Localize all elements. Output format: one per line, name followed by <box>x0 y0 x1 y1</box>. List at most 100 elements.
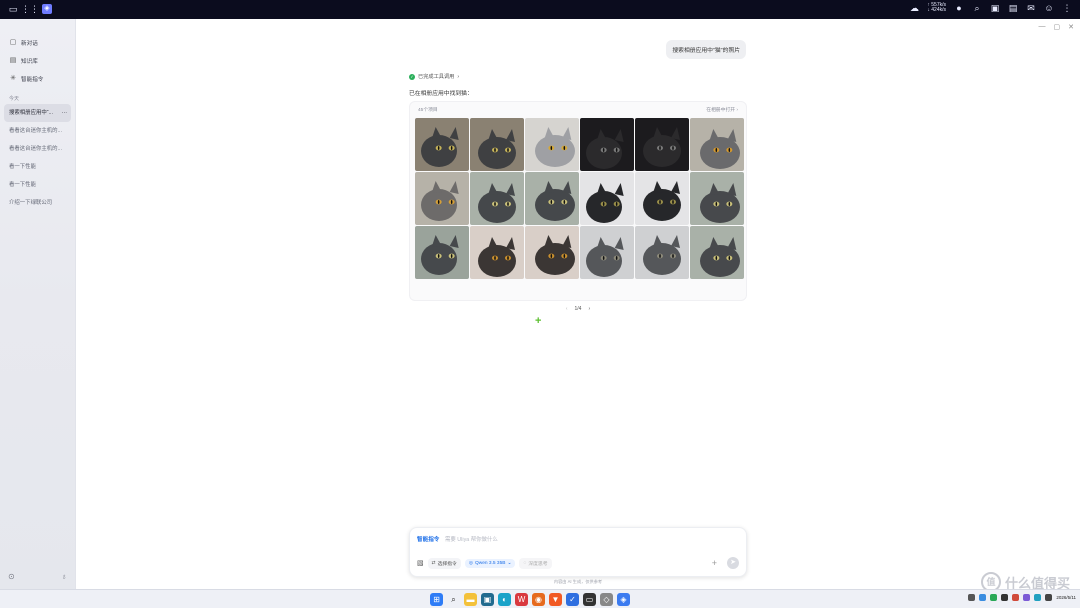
book-icon: ▤ <box>9 57 17 64</box>
tray-icon[interactable] <box>1023 594 1031 601</box>
plus-icon[interactable]: + <box>535 315 541 327</box>
model-selector[interactable]: ◎ Qwen 3.5 35B ⌄ <box>464 558 516 568</box>
photo-thumbnail[interactable] <box>690 118 744 171</box>
photo-thumbnail[interactable] <box>580 172 634 225</box>
message-input[interactable]: 需要 Uliya 帮你做什么 <box>445 535 498 543</box>
photo-thumbnail[interactable] <box>525 118 579 171</box>
photo-thumbnail[interactable] <box>415 172 469 225</box>
close-icon[interactable]: ✕ <box>1068 23 1074 31</box>
history-item[interactable]: 介绍一下绿联公司 <box>0 194 75 212</box>
mode-label[interactable]: 智能指令 <box>417 535 439 543</box>
minimize-icon[interactable]: — <box>1039 23 1046 31</box>
deep-think-label: 深度思考 <box>528 561 548 567</box>
photo-thumbnail[interactable] <box>525 172 579 225</box>
tray-icon[interactable] <box>1001 594 1009 601</box>
cat-photo-image <box>580 172 634 225</box>
more-icon[interactable]: ⋯ <box>62 104 67 122</box>
wps-icon[interactable]: W <box>515 593 528 606</box>
prev-page-icon[interactable]: ‹ <box>566 306 568 312</box>
photo-thumbnail[interactable] <box>415 226 469 279</box>
sidebar-item-commands[interactable]: ✳ 智能指令 <box>0 70 75 88</box>
history-item[interactable]: 看看这台迷你主机的... <box>0 122 75 140</box>
app-window: — ▢ ✕ ▢ 新对话 ▤ 知识库 ✳ 智能指令 今天 搜索相册应用中“... … <box>0 19 1080 589</box>
start-icon[interactable]: ⊞ <box>430 593 443 606</box>
deep-think-toggle[interactable]: ◌ 深度思考 <box>519 557 552 569</box>
photo-thumbnail[interactable] <box>580 226 634 279</box>
cat-photo-image <box>635 226 689 279</box>
firefox-icon[interactable]: ◉ <box>532 593 545 606</box>
monitor-icon[interactable]: ▣ <box>990 3 1000 13</box>
open-link-label: 在相册中打开 <box>706 108 736 113</box>
location-icon[interactable]: ♁ <box>61 572 67 581</box>
select-command-button[interactable]: ⇄ 选择指令 <box>427 557 461 569</box>
notification-icon[interactable]: ✉ <box>1026 3 1036 13</box>
assistant-app-icon[interactable]: ◈ <box>617 593 630 606</box>
wifi-icon[interactable] <box>1045 594 1053 601</box>
store-icon[interactable]: ▣ <box>481 593 494 606</box>
photo-thumbnail[interactable] <box>580 118 634 171</box>
file-explorer-icon[interactable]: ▬ <box>464 593 477 606</box>
attachment-icon[interactable]: ▧ <box>417 559 424 567</box>
menu-icon[interactable]: ⋮ <box>1062 3 1072 13</box>
cat-photo-image <box>415 226 469 279</box>
composer[interactable]: 智能指令 需要 Uliya 帮你做什么 ▧ ⇄ 选择指令 ◎ Qwen 3.5 … <box>409 527 747 577</box>
settings-icon[interactable]: ⊙ <box>8 572 15 581</box>
app-icon[interactable]: ◇ <box>600 593 613 606</box>
pagination: ‹ 1/4 › <box>409 306 747 312</box>
sidebar-item-new-chat[interactable]: ▢ 新对话 <box>0 34 75 52</box>
tray-icon[interactable] <box>990 594 998 601</box>
add-icon[interactable]: + <box>712 558 717 568</box>
terminal-icon[interactable]: ▭ <box>583 593 596 606</box>
chat-icon: ▢ <box>9 39 17 46</box>
next-page-icon[interactable]: › <box>588 306 590 312</box>
tray-icon[interactable] <box>968 594 976 601</box>
photo-thumbnail[interactable] <box>470 226 524 279</box>
photo-thumbnail[interactable] <box>635 226 689 279</box>
photo-thumbnail[interactable] <box>470 172 524 225</box>
user-message-bubble: 搜索相册应用中“猫”的照片 <box>666 40 746 59</box>
status-icon[interactable]: ● <box>954 3 964 13</box>
cat-photo-image <box>415 118 469 171</box>
user-icon[interactable]: ☺ <box>1044 3 1054 13</box>
composer-actions: + ➤ <box>712 557 739 569</box>
photo-thumbnail[interactable] <box>415 118 469 171</box>
brave-icon[interactable]: ▼ <box>549 593 562 606</box>
cloud-icon[interactable]: ☁ <box>909 3 919 13</box>
app-logo-icon[interactable]: ◈ <box>42 4 52 14</box>
message-icon[interactable]: ▤ <box>1008 3 1018 13</box>
photo-thumbnail[interactable] <box>690 172 744 225</box>
search-icon[interactable]: ⌕ <box>972 3 982 13</box>
photo-thumbnail[interactable] <box>470 118 524 171</box>
todo-icon[interactable]: ✓ <box>566 593 579 606</box>
chevron-down-icon: ⌄ <box>507 560 512 566</box>
command-icon: ⇄ <box>431 560 436 566</box>
history-item-active[interactable]: 搜索相册应用中“... ⋯ <box>4 104 71 122</box>
photo-grid <box>415 118 744 279</box>
window-switcher-icon[interactable]: ▭ <box>8 4 18 14</box>
history-item[interactable]: 看看这台迷你主机的... <box>0 140 75 158</box>
taskbar: ⊞ ⌕ ▬ ▣ ◐ W ◉ ▼ ✓ ▭ ◇ ◈ 2026/5/11 <box>0 589 1080 608</box>
cat-photo-image <box>690 172 744 225</box>
photo-thumbnail[interactable] <box>635 118 689 171</box>
send-button[interactable]: ➤ <box>727 557 739 569</box>
app-grid-icon[interactable]: ⋮⋮ <box>21 4 39 14</box>
tool-status[interactable]: ✓ 已完成工具调用 › <box>409 73 459 80</box>
search-icon[interactable]: ⌕ <box>447 593 460 606</box>
tray-icon[interactable] <box>979 594 987 601</box>
page-indicator: 1/4 <box>574 306 582 312</box>
history-item[interactable]: 看一下性能 <box>0 176 75 194</box>
photo-thumbnail[interactable] <box>690 226 744 279</box>
maximize-icon[interactable]: ▢ <box>1054 23 1061 31</box>
photo-thumbnail[interactable] <box>635 172 689 225</box>
tray-icon[interactable] <box>1034 594 1042 601</box>
history-item[interactable]: 看一下性能 <box>0 158 75 176</box>
cat-photo-image <box>690 226 744 279</box>
cat-photo-image <box>525 226 579 279</box>
sidebar-item-knowledge[interactable]: ▤ 知识库 <box>0 52 75 70</box>
tray-icon[interactable] <box>1012 594 1020 601</box>
photo-thumbnail[interactable] <box>525 226 579 279</box>
clock[interactable]: 2026/5/11 <box>1056 595 1076 600</box>
open-in-album-link[interactable]: 在相册中打开 › <box>706 106 738 116</box>
cat-photo-image <box>635 172 689 225</box>
edge-icon[interactable]: ◐ <box>498 593 511 606</box>
